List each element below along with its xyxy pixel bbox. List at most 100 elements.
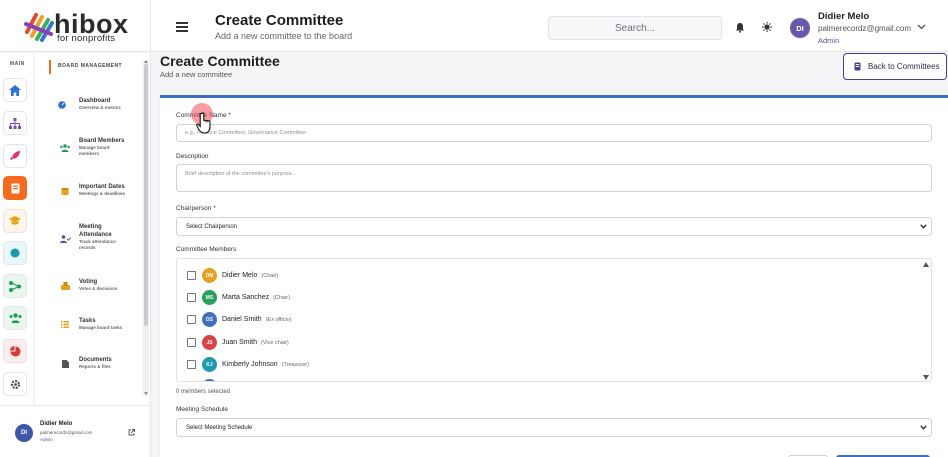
logo-tagline: for nonprofits <box>57 33 116 44</box>
member-avatar: MS <box>202 290 217 305</box>
scroll-down-arrow-icon[interactable] <box>144 392 148 395</box>
menu-toggle-button[interactable] <box>176 22 188 32</box>
nav-section-heading: BOARD MANAGEMENT <box>58 63 123 69</box>
list-item[interactable]: DS Daniel Smith (Ex officio) <box>187 312 887 328</box>
sidebar-item-desc: Overview & metrics <box>79 105 121 110</box>
chairperson-select[interactable]: Select Chairperson <box>176 217 932 236</box>
member-checkbox[interactable] <box>187 360 196 369</box>
footer-user-avatar[interactable]: DI <box>15 424 33 442</box>
scroll-up-arrow-icon[interactable] <box>144 60 148 63</box>
member-name: Daniel Smith <box>222 316 262 323</box>
search-input[interactable] <box>548 16 722 40</box>
rail-org-button[interactable] <box>3 111 27 135</box>
nav-section-accent <box>49 60 51 74</box>
member-avatar: JS <box>202 335 217 350</box>
rail-rocket-button[interactable] <box>3 144 27 168</box>
sidebar-item-title: Documents <box>79 357 112 363</box>
chevron-down-icon <box>920 425 927 430</box>
board-icon <box>11 183 19 193</box>
committee-name-input[interactable] <box>176 124 932 142</box>
description-textarea[interactable] <box>176 164 932 192</box>
meeting-schedule-select[interactable]: Select Meeting Schedule <box>176 418 932 437</box>
chevron-down-icon[interactable] <box>917 24 926 30</box>
theme-sun-icon[interactable] <box>762 22 772 32</box>
header-subtitle: Add a new committee to the board <box>215 31 353 41</box>
attendance-icon <box>60 235 71 243</box>
list-scroll-up-icon[interactable] <box>923 262 929 267</box>
rail-home-button[interactable] <box>3 78 27 102</box>
sidebar-item-tasks[interactable]: Tasks Manage board tasks <box>40 317 140 337</box>
meeting-schedule-select-value: Select Meeting Schedule <box>186 424 253 431</box>
footer-user-role: Admin <box>40 437 53 442</box>
member-name: Juan Smith <box>222 339 258 346</box>
member-checkbox[interactable] <box>187 338 196 347</box>
circle-icon <box>10 248 20 258</box>
list-item[interactable]: JS Juan Smith (Vice chair) <box>187 335 887 351</box>
sidebar-item-dashboard[interactable]: Dashboard Overview & metrics <box>40 97 140 117</box>
committee-members-list[interactable]: DM Didier Melo (Chair) MS Marta Sanchez (C… <box>176 258 932 382</box>
header-user-email: palmerecordz@gmail.com <box>818 24 912 33</box>
member-role: (Ex officio) <box>265 317 292 323</box>
sidebar-item-desc: Manage board tasks <box>79 325 123 330</box>
member-role: (Chair) <box>261 273 279 279</box>
header-user-role: Admin <box>818 36 840 45</box>
list-item[interactable]: KJ Kimberly Johnson (Treasurer) <box>187 357 887 373</box>
member-checkbox[interactable] <box>187 271 196 280</box>
back-button-label: Back to Committees <box>868 62 940 71</box>
vote-box-icon <box>61 282 70 290</box>
user-avatar[interactable]: DI <box>790 18 810 38</box>
pie-icon <box>9 345 20 356</box>
sidebar-item-voting[interactable]: Voting Votes & decisions <box>40 278 140 298</box>
logo-mark-icon <box>24 13 54 42</box>
dashboard-icon <box>58 101 66 109</box>
member-checkbox[interactable] <box>187 293 196 302</box>
member-avatar: KJ <box>202 357 217 372</box>
board-members-icon <box>60 144 70 152</box>
member-name: Didier Melo <box>222 272 258 279</box>
sidebar-item-desc: Track attendance records <box>79 239 116 250</box>
member-avatar <box>202 379 217 381</box>
document-icon <box>62 360 69 368</box>
rail-settings-button[interactable] <box>3 372 27 396</box>
rail-reports-button[interactable] <box>3 339 27 363</box>
sidebar-item-board-members[interactable]: Board Members Manage board members <box>40 137 140 161</box>
sidebar-item-title: Meeting Attendance <box>79 224 112 238</box>
rail-circle-button[interactable] <box>3 241 27 265</box>
sidebar-item-documents[interactable]: Documents Reports & files <box>40 356 140 376</box>
member-checkbox[interactable] <box>187 315 196 324</box>
sidebar-item-meeting-attendance[interactable]: Meeting Attendance Track attendance recor… <box>40 223 140 257</box>
list-scroll-down-icon[interactable] <box>923 375 929 380</box>
footer-user-email: palmerecordz@gmail.com <box>40 430 93 435</box>
header-user-name[interactable]: Didier Melo <box>818 11 869 22</box>
sidebar-item-important-dates[interactable]: Important Dates Meetings & deadlines <box>40 183 140 203</box>
rail-share-button[interactable] <box>3 274 27 298</box>
rail-users-button[interactable] <box>3 306 27 330</box>
member-avatar: DM <box>202 268 217 283</box>
footer-user-name: Didier Melo <box>40 421 73 427</box>
member-name: Marta Sanchez <box>222 294 270 301</box>
list-item[interactable]: MS Marta Sanchez (Chair) <box>187 290 887 306</box>
list-item[interactable]: DM Didier Melo (Chair) <box>187 268 887 284</box>
member-avatar: DS <box>202 312 217 327</box>
chevron-down-icon <box>920 224 927 229</box>
hibox-logo[interactable]: hibox for nonprofits <box>24 10 128 44</box>
rail-education-button[interactable] <box>3 209 27 233</box>
page-title: Create Committee <box>160 53 280 69</box>
nav-scrollbar-thumb[interactable] <box>144 64 148 326</box>
share-icon <box>9 280 21 292</box>
external-link-icon[interactable] <box>128 429 135 436</box>
list-item-partial[interactable] <box>187 379 887 381</box>
rocket-icon <box>10 151 20 160</box>
sidebar-divider <box>150 0 151 457</box>
sidebar-item-title: Board Members <box>79 138 125 144</box>
task-list-icon <box>61 321 69 328</box>
rail-board-button[interactable] <box>3 176 27 200</box>
bell-icon[interactable] <box>735 22 745 33</box>
committee-members-label: Committee Members <box>176 246 237 253</box>
graduation-icon <box>9 216 21 225</box>
sidebar-item-title: Important Dates <box>79 184 125 190</box>
member-role: (Chair) <box>273 295 290 301</box>
sidebar-item-desc: Reports & files <box>79 364 111 369</box>
back-to-committees-button[interactable]: Back to Committees <box>843 53 947 80</box>
calendar-icon <box>61 188 69 195</box>
